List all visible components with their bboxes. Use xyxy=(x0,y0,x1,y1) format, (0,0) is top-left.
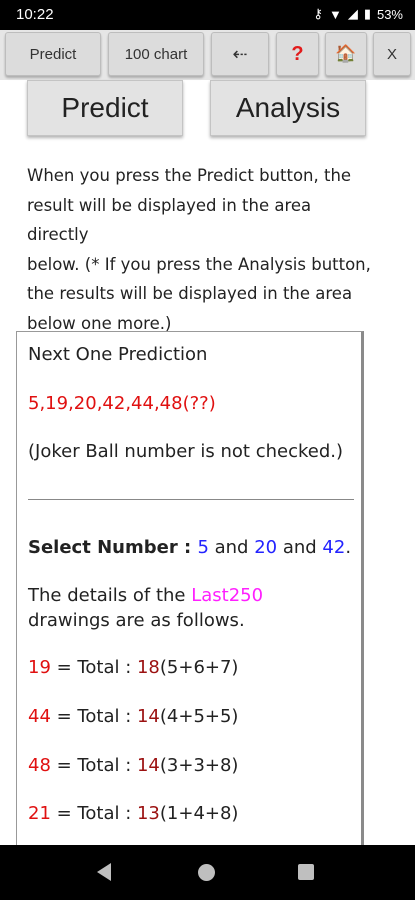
toolbar-100-chart-button[interactable]: 100 chart xyxy=(108,32,204,76)
predict-button[interactable]: Predict xyxy=(27,80,183,136)
total-row: 21 = Total : 13(1+4+8) xyxy=(28,803,238,824)
status-bar: 10:22 ⚷ ▼ ◢ ▮ 53% xyxy=(0,0,415,30)
total-breakdown: (5+6+7) xyxy=(159,657,239,678)
total-number: 48 xyxy=(28,755,51,776)
predicted-numbers: 5,19,20,42,44,48(??) xyxy=(28,393,216,414)
select-number-line: Select Number : 5 and 20 and 42. xyxy=(28,537,351,558)
instructions-line: When you press the Predict button, the xyxy=(27,166,352,185)
question-icon: ? xyxy=(291,42,304,65)
details-prefix: The details of the xyxy=(28,585,192,606)
close-icon: X xyxy=(386,45,397,63)
total-number: 44 xyxy=(28,706,51,727)
battery-icon: ▮ xyxy=(363,6,371,21)
select-end: . xyxy=(345,537,352,558)
details-line: The details of the Last250 xyxy=(28,585,263,606)
total-label: = Total : xyxy=(50,755,137,776)
back-arrow-icon: ⇠ xyxy=(232,43,248,64)
instructions-line: the results will be displayed in the are… xyxy=(27,284,353,303)
total-breakdown: (3+3+8) xyxy=(159,755,239,776)
select-number-2: 20 xyxy=(254,537,278,558)
status-icons: ⚷ ▼ ◢ ▮ 53% xyxy=(313,6,403,22)
help-button[interactable]: ? xyxy=(276,32,319,76)
battery-percent: 53% xyxy=(376,6,403,22)
select-number-1: 5 xyxy=(197,537,209,558)
total-breakdown: (4+5+5) xyxy=(159,706,239,727)
instructions-line: below. (* If you press the Analysis butt… xyxy=(27,254,371,274)
back-arrow-button[interactable]: ⇠ xyxy=(211,32,269,76)
total-value: 18 xyxy=(136,657,160,678)
total-label: = Total : xyxy=(50,657,137,678)
total-row: 48 = Total : 14(3+3+8) xyxy=(28,755,238,776)
nav-back-icon[interactable] xyxy=(97,863,111,881)
instructions-line: result will be displayed in the area dir… xyxy=(27,195,312,245)
wifi-icon: ▼ xyxy=(328,6,342,22)
total-label: = Total : xyxy=(50,803,137,824)
divider xyxy=(28,499,354,500)
total-value: 14 xyxy=(136,706,160,727)
select-and: and xyxy=(208,537,255,558)
prediction-heading: Next One Prediction xyxy=(28,344,208,365)
nav-home-icon[interactable] xyxy=(198,864,215,881)
navigation-bar xyxy=(0,845,415,900)
total-number: 19 xyxy=(28,657,51,678)
result-panel: Next One Prediction 5,19,20,42,44,48(??)… xyxy=(16,331,364,871)
total-number: 21 xyxy=(28,803,51,824)
total-row: 19 = Total : 18(5+6+7) xyxy=(28,657,238,678)
instructions-line: below one more.) xyxy=(27,313,172,333)
total-label: = Total : xyxy=(50,706,137,727)
home-icon: 🏠 xyxy=(335,44,357,63)
joker-note: (Joker Ball number is not checked.) xyxy=(28,441,343,462)
instructions-text: When you press the Predict button, the r… xyxy=(27,161,377,338)
signal-icon: ◢ xyxy=(347,6,358,21)
home-button[interactable]: 🏠 xyxy=(325,32,367,76)
toolbar-predict-button[interactable]: Predict xyxy=(5,32,101,76)
total-value: 14 xyxy=(136,755,160,776)
details-highlight: Last250 xyxy=(191,585,264,606)
analysis-button[interactable]: Analysis xyxy=(210,80,366,136)
close-button[interactable]: X xyxy=(373,32,411,76)
total-breakdown: (1+4+8) xyxy=(159,803,239,824)
total-row: 44 = Total : 14(4+5+5) xyxy=(28,706,238,727)
status-time: 10:22 xyxy=(16,6,54,23)
toolbar: Predict 100 chart ⇠ ? 🏠 X xyxy=(0,30,415,80)
select-number-3: 42 xyxy=(322,537,346,558)
key-icon: ⚷ xyxy=(313,6,323,21)
select-number-label: Select Number : xyxy=(28,537,198,558)
total-value: 13 xyxy=(136,803,160,824)
select-and: and xyxy=(277,537,323,558)
nav-recents-icon[interactable] xyxy=(298,864,314,880)
details-suffix: drawings are as follows. xyxy=(28,610,245,631)
